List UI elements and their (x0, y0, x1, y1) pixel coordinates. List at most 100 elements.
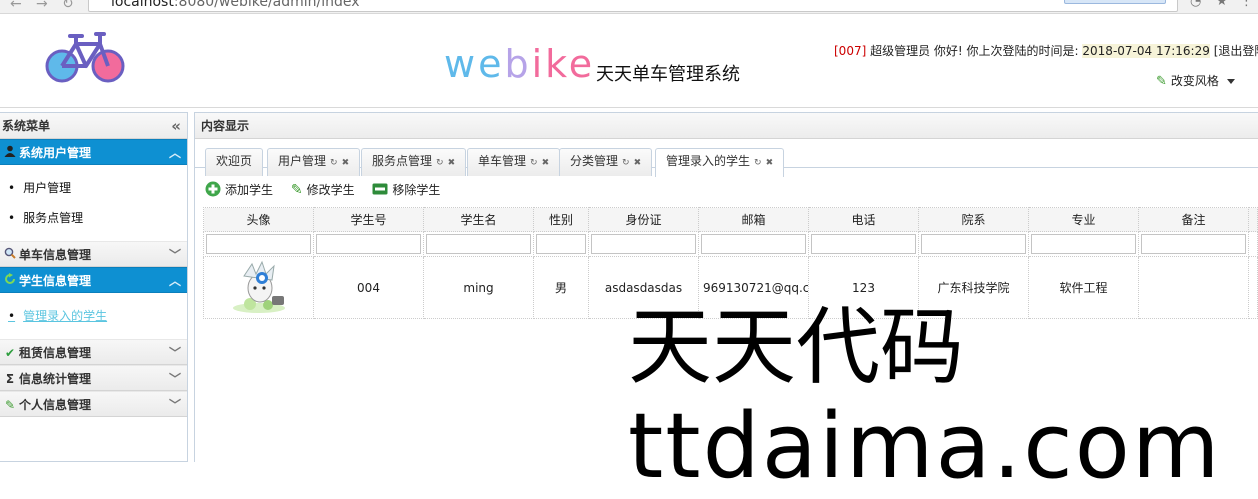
back-icon[interactable]: ← (10, 0, 22, 12)
filter-input-note[interactable] (1141, 234, 1246, 254)
app-header: webike 天天单车管理系统 [007] 超级管理员 你好! 你上次登陆的时间… (0, 14, 1258, 108)
tab-label: 欢迎页 (216, 154, 253, 168)
tab-bike-management[interactable]: 单车管理 ↻ ✖ (467, 148, 561, 176)
refresh-tab-icon[interactable]: ↻ (436, 158, 444, 168)
sigma-icon: Σ (5, 372, 15, 386)
chevron-down-icon: ﹀ (168, 372, 181, 386)
sidebar-item-manage-students[interactable]: 管理录入的学生 (0, 301, 187, 331)
tab-label: 分类管理 (570, 154, 619, 168)
collapse-left-icon[interactable]: « (171, 113, 181, 139)
col-header-id-card[interactable]: 身份证 (588, 207, 699, 232)
tab-category[interactable]: 分类管理 ↻ ✖ (559, 148, 653, 176)
remove-student-button[interactable]: 移除学生 (372, 181, 440, 198)
filter-input-avatar[interactable] (206, 234, 311, 254)
filter-input-phone[interactable] (811, 234, 916, 254)
add-student-label: 添加学生 (225, 183, 274, 197)
accordion-personal-info[interactable]: ✎ 个人信息管理 ﹀ (0, 391, 187, 417)
close-icon[interactable]: ✖ (634, 158, 642, 168)
accordion-label: 个人信息管理 (19, 398, 92, 412)
logout-link[interactable]: [退出登陆] (1214, 44, 1258, 58)
tab-label: 单车管理 (478, 154, 527, 168)
sidebar: 系统菜单 « 系统用户管理 ︿ 用户管理 服务点管理 单车信息管理 ﹀ 学生信息… (0, 112, 188, 462)
col-header-gender[interactable]: 性别 (533, 207, 589, 232)
refresh-tab-icon[interactable]: ↻ (754, 158, 762, 168)
accordion-body-user-management: 用户管理 服务点管理 (0, 165, 187, 241)
extension-icon[interactable]: ◔ (1190, 0, 1201, 9)
accordion-student-info[interactable]: 学生信息管理 ︿ (0, 267, 187, 293)
grid-toolbar: 添加学生 ✎ 修改学生 移除学生 (205, 181, 454, 205)
refresh-tab-icon[interactable]: ↻ (330, 158, 338, 168)
close-icon[interactable]: ✖ (542, 158, 550, 168)
chevron-down-icon: ﹀ (168, 248, 181, 262)
theme-label: 改变风格 (1170, 74, 1219, 88)
cell-major: 软件工程 (1028, 256, 1139, 319)
brand-part-1: we (444, 42, 505, 86)
cell-student-name: ming (423, 256, 534, 319)
user-icon (2, 140, 18, 166)
search-icon (2, 242, 18, 268)
tab-service-point[interactable]: 服务点管理 ↻ ✖ (361, 148, 467, 176)
pencil-icon: ✎ (1156, 74, 1167, 89)
brand-subtitle: 天天单车管理系统 (596, 64, 740, 85)
filter-input-major[interactable] (1031, 234, 1136, 254)
filter-input-gender[interactable] (536, 234, 586, 254)
tab-welcome[interactable]: 欢迎页 (205, 148, 264, 176)
accordion-user-management[interactable]: 系统用户管理 ︿ (0, 139, 187, 165)
col-header-phone[interactable]: 电话 (808, 207, 919, 232)
col-header-student-name[interactable]: 学生名 (423, 207, 534, 232)
address-bar[interactable]: localhost:8080/webike/admin/index (88, 0, 1178, 12)
col-header-department[interactable]: 院系 (918, 207, 1029, 232)
accordion-rental-info[interactable]: ✔ 租赁信息管理 ﹀ (0, 339, 187, 365)
accordion-label: 单车信息管理 (19, 248, 92, 262)
close-icon[interactable]: ✖ (766, 158, 774, 168)
tab-user-management[interactable]: 用户管理 ↻ ✖ (267, 148, 361, 176)
col-header-major[interactable]: 专业 (1028, 207, 1139, 232)
table-header-row: 头像 学生号 学生名 性别 身份证 邮箱 电话 院系 专业 备注 (203, 207, 1258, 232)
cell-gender: 男 (533, 256, 589, 319)
brand-part-2: b (504, 42, 532, 86)
sidebar-title-text: 系统菜单 (2, 119, 51, 133)
accordion-label: 学生信息管理 (19, 274, 92, 288)
cell-avatar (203, 256, 314, 319)
col-header-student-id[interactable]: 学生号 (313, 207, 424, 232)
accordion-bike-info[interactable]: 单车信息管理 ﹀ (0, 241, 187, 267)
theme-dropdown[interactable]: ✎ 改变风格 (1156, 72, 1235, 89)
tab-manage-students[interactable]: 管理录入的学生 ↻ ✖ (655, 148, 785, 177)
pencil-icon: ✎ (290, 182, 303, 198)
col-header-note[interactable]: 备注 (1138, 207, 1249, 232)
bicycle-logo-icon (45, 32, 125, 83)
address-bar-button[interactable] (1064, 0, 1166, 4)
caret-down-icon (1226, 79, 1235, 84)
bookmark-icon[interactable]: ★ (1216, 0, 1228, 9)
cell-note (1138, 256, 1249, 319)
forward-icon[interactable]: → (36, 0, 48, 12)
remove-student-label: 移除学生 (392, 183, 441, 197)
filter-input-email[interactable] (701, 234, 806, 254)
last-login-time: 2018-07-04 17:16:29 (1082, 44, 1210, 58)
refresh-tab-icon[interactable]: ↻ (622, 158, 630, 168)
filter-input-id-card[interactable] (591, 234, 696, 254)
chevron-up-icon: ︿ (168, 146, 181, 160)
filter-row (203, 231, 1258, 257)
filter-input-student-id[interactable] (316, 234, 421, 254)
user-id: [007] (834, 44, 867, 58)
accordion-label: 系统用户管理 (19, 146, 92, 160)
col-header-avatar[interactable]: 头像 (203, 207, 314, 232)
refresh-tab-icon[interactable]: ↻ (530, 158, 538, 168)
close-icon[interactable]: ✖ (342, 158, 350, 168)
edit-student-button[interactable]: ✎ 修改学生 (291, 181, 355, 198)
chevron-down-icon: ﹀ (168, 346, 181, 360)
accordion-statistics[interactable]: Σ 信息统计管理 ﹀ (0, 365, 187, 391)
menu-icon[interactable]: ⋮ (1240, 0, 1253, 9)
col-header-email[interactable]: 邮箱 (698, 207, 809, 232)
sidebar-item-service-point[interactable]: 服务点管理 (0, 203, 187, 233)
watermark-text: 天天代码 (628, 298, 965, 396)
add-student-button[interactable]: 添加学生 (205, 181, 273, 198)
filter-input-department[interactable] (921, 234, 1026, 254)
filter-input-student-name[interactable] (426, 234, 531, 254)
refresh-icon (2, 268, 18, 294)
reload-icon[interactable]: ↻ (62, 0, 74, 12)
sidebar-item-user-management[interactable]: 用户管理 (0, 173, 187, 203)
close-icon[interactable]: ✖ (448, 158, 456, 168)
content-title: 内容显示 (195, 113, 1258, 139)
